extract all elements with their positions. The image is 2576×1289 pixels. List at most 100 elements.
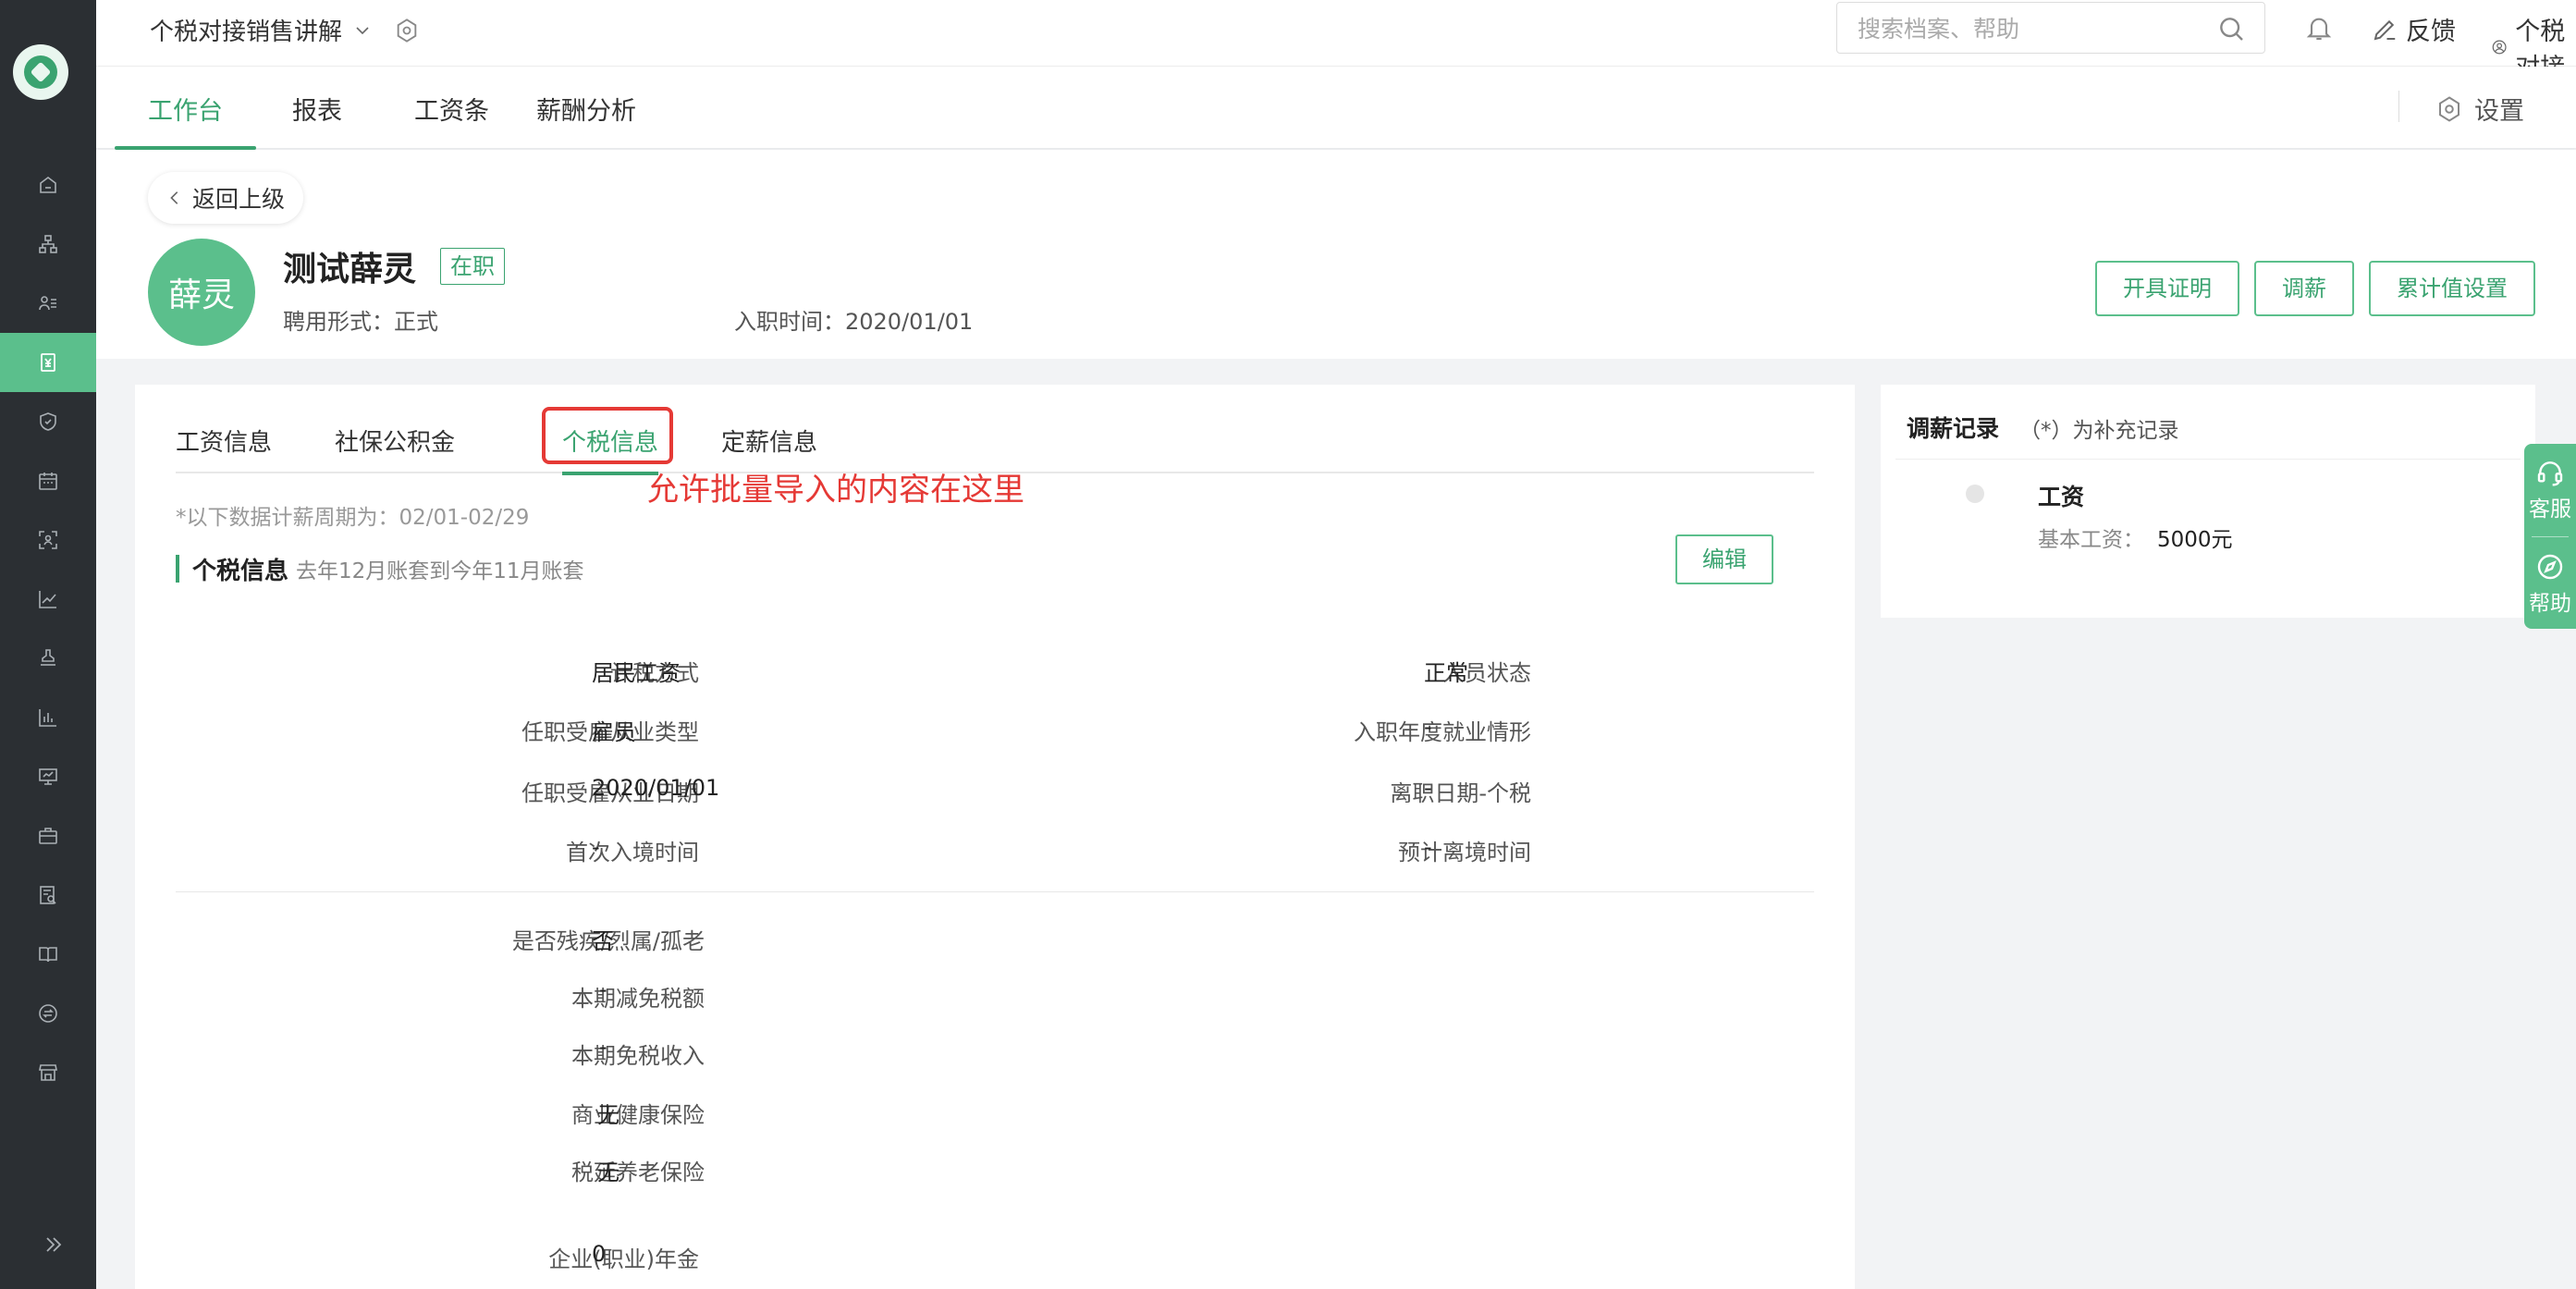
exchange-icon[interactable] [0, 984, 96, 1043]
document-search-icon[interactable] [0, 865, 96, 925]
float-divider [2532, 536, 2569, 537]
detail-card: 工资信息 社保公积金 个税信息 定薪信息 允许批量导入的内容在这里 *以下数据计… [135, 385, 1855, 1289]
field-value: - [1424, 775, 1432, 801]
search-input[interactable] [1858, 12, 2190, 45]
employee-name: 测试薛灵 [283, 251, 417, 288]
book-icon[interactable] [0, 925, 96, 984]
customer-service-label: 客服 [2529, 497, 2571, 522]
field-label: 首次入境时间 [566, 840, 699, 865]
workspace-switcher[interactable]: 个税对接销售讲解 [150, 13, 420, 47]
expand-sidebar-icon[interactable] [43, 1234, 65, 1256]
chevron-left-icon [170, 191, 178, 204]
employment-type-value: 正式 [394, 309, 438, 335]
record-detail-value: 5000元 [2157, 528, 2233, 552]
employee-header: 返回上级 薛灵 测试薛灵 在职 聘用形式：正式 入职时间：2020/01/01 … [96, 150, 2576, 359]
field-value: - [592, 834, 600, 860]
help-label: 帮助 [2529, 592, 2571, 616]
employee-actions: 开具证明 调薪 累计值设置 [2095, 261, 2535, 316]
section-divider [176, 891, 1814, 892]
edit-button[interactable]: 编辑 [1675, 534, 1773, 584]
employee-list-icon[interactable] [0, 274, 96, 333]
left-rail [0, 0, 96, 1289]
field-value: 2020/01/01 [592, 775, 720, 801]
scan-face-icon[interactable] [0, 510, 96, 570]
record-title: 工资 [2038, 484, 2085, 510]
record-detail: 基本工资： 5000元 [2038, 522, 2233, 553]
compass-icon [2537, 554, 2563, 580]
period-note: *以下数据计薪周期为：02/01-02/29 [176, 506, 530, 530]
back-label: 返回上级 [192, 186, 286, 213]
employment-type: 聘用形式：正式 [283, 303, 438, 336]
user-avatar-icon [2492, 40, 2507, 55]
section-subtitle: 去年12月账套到今年11月账套 [296, 559, 584, 583]
calendar-icon[interactable] [0, 451, 96, 510]
adjust-salary-button[interactable]: 调薪 [2254, 261, 2354, 316]
tab-salary-info[interactable]: 工资信息 [176, 424, 272, 473]
bar-chart-icon[interactable] [0, 688, 96, 747]
salary-adjustment-card: 调薪记录 （*）为补充记录 工资 基本工资： 5000元 [1881, 385, 2535, 618]
field-label: 离职日期-个税 [1390, 780, 1531, 806]
field-value: 0 [592, 1241, 607, 1267]
workspace-title: 个税对接销售讲解 [150, 18, 343, 46]
payroll-icon[interactable] [0, 333, 96, 392]
tab-payslip[interactable]: 工资条 [414, 91, 489, 148]
tab-social-insurance[interactable]: 社保公积金 [335, 424, 455, 473]
floating-help-widget: 客服 帮助 [2524, 444, 2576, 629]
field-value: - [1424, 834, 1432, 860]
section-title: 个税信息 [192, 557, 289, 585]
field-value: - [599, 1034, 607, 1060]
section-header: 个税信息 去年12月账套到今年11月账套 [176, 555, 584, 585]
main-tabs: 工作台 报表 工资条 薪酬分析 设置 [96, 67, 2576, 150]
presentation-icon[interactable] [0, 747, 96, 806]
record-detail-label: 基本工资： [2038, 528, 2144, 552]
settings-button[interactable]: 设置 [2435, 91, 2524, 127]
help-button[interactable]: 帮助 [2524, 540, 2576, 629]
workspace-settings-icon[interactable] [394, 18, 420, 43]
bell-icon[interactable] [2304, 13, 2334, 43]
trend-chart-icon[interactable] [0, 570, 96, 629]
feedback-button[interactable]: 反馈 [2371, 11, 2456, 47]
field-value: 否 [592, 928, 614, 954]
field-value: 居民工资 [592, 660, 681, 686]
annotation-highlight-box [542, 407, 673, 464]
field-label: 本期减免税额 [571, 986, 705, 1012]
timeline-dot [1966, 485, 1984, 503]
tab-reports[interactable]: 报表 [292, 91, 342, 148]
hire-date-label: 入职时间： [734, 309, 845, 335]
search-icon[interactable] [2216, 14, 2246, 43]
field-value: 无 [597, 1160, 619, 1185]
tab-workbench[interactable]: 工作台 [115, 91, 256, 150]
settings-label: 设置 [2474, 97, 2524, 126]
briefcase-icon[interactable] [0, 806, 96, 865]
detail-tabs: 工资信息 社保公积金 个税信息 定薪信息 [176, 405, 1814, 475]
status-badge: 在职 [440, 248, 505, 285]
customer-service-button[interactable]: 客服 [2524, 446, 2576, 534]
insurance-shield-icon[interactable] [0, 392, 96, 451]
org-chart-icon[interactable] [0, 215, 96, 274]
field-value: 雇员 [592, 719, 636, 745]
side-card-title: 调薪记录 [1907, 415, 2000, 442]
store-icon[interactable] [0, 1043, 96, 1102]
gear-icon [2439, 95, 2459, 122]
hire-date: 入职时间：2020/01/01 [734, 303, 973, 336]
chevron-down-icon [356, 26, 369, 34]
side-card-subtitle: （*）为补充记录 [2019, 419, 2179, 443]
home-icon[interactable] [0, 155, 96, 215]
field-value: - [599, 976, 607, 1002]
issue-certificate-button[interactable]: 开具证明 [2095, 261, 2239, 316]
field-label: 商业健康保险 [571, 1102, 705, 1128]
back-button[interactable]: 返回上级 [148, 172, 304, 224]
tabbar-divider [2398, 91, 2399, 122]
tab-salary-analysis[interactable]: 薪酬分析 [536, 91, 636, 148]
field-label: 本期免税收入 [571, 1043, 705, 1069]
app-logo[interactable] [13, 44, 68, 100]
feedback-label: 反馈 [2406, 18, 2456, 46]
employment-type-label: 聘用形式： [283, 309, 394, 335]
search-box[interactable] [1836, 2, 2265, 54]
side-card-divider [1895, 459, 2521, 460]
headset-icon [2537, 461, 2563, 486]
cumulative-settings-button[interactable]: 累计值设置 [2369, 261, 2535, 316]
field-label: 税延养老保险 [571, 1160, 705, 1185]
annotation-text: 允许批量导入的内容在这里 [647, 472, 1024, 509]
stamp-icon[interactable] [0, 629, 96, 688]
